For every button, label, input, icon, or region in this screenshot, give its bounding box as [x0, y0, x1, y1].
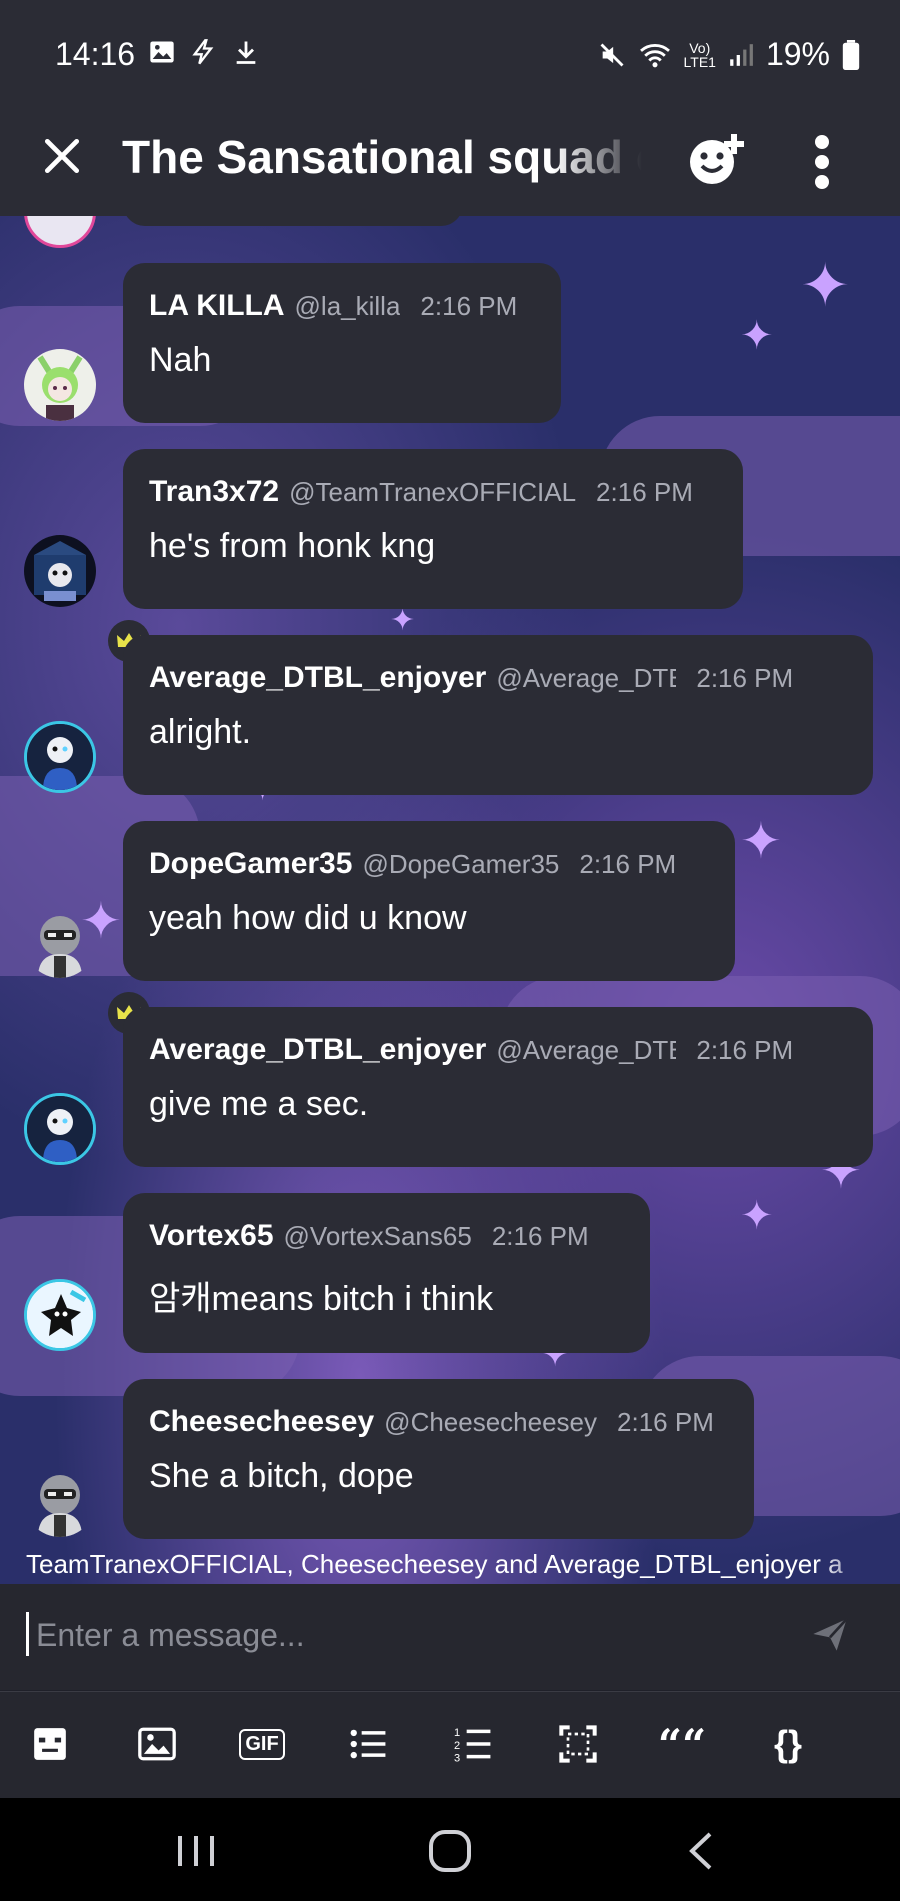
- message-username[interactable]: Cheesecheesey: [149, 1405, 374, 1439]
- message-handle: @Average_DTBL: [496, 1035, 676, 1065]
- message-username[interactable]: DopeGamer35: [149, 847, 352, 881]
- image-icon[interactable]: [135, 1722, 179, 1766]
- back-icon[interactable]: [672, 1828, 732, 1874]
- svg-text:2: 2: [454, 1740, 460, 1752]
- message-bubble[interactable]: Average_DTBL_enjoyer @Average_DTBL 2:16 …: [123, 635, 873, 795]
- bg-star: ✦: [390, 604, 416, 637]
- message-text: he's from honk kng: [149, 527, 436, 565]
- message-handle: @la_killa: [294, 291, 401, 321]
- close-icon[interactable]: [40, 134, 84, 178]
- message-username[interactable]: LA KILLA: [149, 289, 285, 323]
- svg-text:3: 3: [454, 1752, 460, 1763]
- message-bubble[interactable]: DopeGamer35 @DopeGamer35 2:16 PM yeah ho…: [123, 821, 735, 981]
- quote-icon[interactable]: ““: [658, 1720, 706, 1769]
- message-time: 2:16 PM: [617, 1407, 714, 1437]
- message-input[interactable]: [34, 1606, 778, 1664]
- chat-title[interactable]: The Sansational squad c: [122, 130, 642, 184]
- home-icon[interactable]: [420, 1828, 480, 1874]
- typing-indicator: TeamTranexOFFICIAL, Cheesecheesey and Av…: [26, 1549, 843, 1579]
- message-bubble[interactable]: Tran3x72 @TeamTranexOFFICIAL 2:16 PM he'…: [123, 449, 743, 609]
- avatar[interactable]: [24, 535, 96, 607]
- message-text: give me a sec.: [149, 1085, 369, 1123]
- message-username[interactable]: Average_DTBL_enjoyer: [149, 1033, 486, 1067]
- network-line-1: Vo): [689, 39, 711, 56]
- message-username[interactable]: Vortex65: [149, 1219, 274, 1253]
- avatar[interactable]: [24, 906, 96, 978]
- bolt-icon: [192, 39, 214, 65]
- network-line-2: LTE1: [683, 53, 716, 70]
- battery-percent: 19%: [765, 36, 830, 72]
- battery-icon: [842, 39, 860, 70]
- bg-star: ✦: [800, 252, 851, 319]
- chat-area[interactable]: ✦ ✦ ✦ ✦ ✦ ✦ ✦ ✦ ✦ LA KILLA @la_killa 2:1…: [0, 216, 900, 1584]
- message-text: She a bitch, dope: [149, 1457, 414, 1495]
- wifi-icon: [639, 43, 670, 67]
- status-time: 14:16: [55, 36, 136, 72]
- message-handle: @TeamTranexOFFICIAL: [289, 477, 577, 507]
- sticker-icon[interactable]: [28, 1722, 72, 1766]
- message-text: yeah how did u know: [149, 899, 467, 937]
- chat-header: The Sansational squad c: [0, 110, 900, 216]
- message-composer: [0, 1584, 900, 1690]
- avatar[interactable]: [24, 216, 96, 248]
- message-time: 2:16 PM: [696, 663, 794, 693]
- recent-apps-icon[interactable]: [166, 1828, 226, 1874]
- download-icon: [236, 41, 256, 64]
- more-icon[interactable]: [802, 134, 842, 190]
- message-time: 2:16 PM: [579, 849, 677, 879]
- gif-icon[interactable]: GIF: [239, 1722, 285, 1766]
- avatar[interactable]: [24, 721, 96, 793]
- message-username[interactable]: Tran3x72: [149, 475, 279, 509]
- text-caret: [26, 1612, 29, 1656]
- message-time: 2:16 PM: [420, 291, 518, 321]
- message-text: 암캐means bitch i think: [149, 1280, 494, 1318]
- previous-message-bubble: [123, 216, 463, 226]
- avatar[interactable]: [24, 1279, 96, 1351]
- message-handle: @VortexSans65: [283, 1221, 472, 1251]
- system-navigation-bar: [0, 1798, 900, 1901]
- message-handle: @Cheesecheesey: [384, 1407, 598, 1437]
- mute-icon: [600, 43, 624, 66]
- bg-star: ✦: [740, 314, 774, 358]
- avatar[interactable]: [24, 1465, 96, 1537]
- message-bubble[interactable]: Vortex65 @VortexSans65 2:16 PM 암캐means b…: [123, 1193, 650, 1353]
- network-type: Vo) LTE1: [684, 41, 716, 69]
- message-time: 2:16 PM: [696, 1035, 794, 1065]
- message-text: Nah: [149, 341, 212, 379]
- avatar[interactable]: [24, 349, 96, 421]
- bg-star: ✦: [740, 813, 782, 869]
- gallery-icon: [150, 41, 174, 63]
- message-time: 2:16 PM: [491, 1221, 589, 1251]
- avatar[interactable]: [24, 1093, 96, 1165]
- message-handle: @Average_DTBL: [496, 663, 676, 693]
- message-time: 2:16 PM: [596, 477, 693, 507]
- bullet-list-icon[interactable]: [346, 1722, 390, 1766]
- message-bubble[interactable]: LA KILLA @la_killa 2:16 PM Nah: [123, 263, 561, 423]
- gif-label: GIF: [239, 1728, 285, 1760]
- code-icon[interactable]: {}: [766, 1722, 810, 1766]
- message-text: alright.: [149, 713, 252, 751]
- message-handle: @DopeGamer35: [362, 849, 560, 879]
- numbered-list-icon[interactable]: 123: [451, 1722, 495, 1766]
- status-bar: 14:16 Vo) LTE1 19%: [0, 0, 900, 110]
- add-member-icon[interactable]: [686, 130, 746, 190]
- message-bubble[interactable]: Cheesecheesey @Cheesecheesey 2:16 PM She…: [123, 1379, 754, 1539]
- signal-icon: [730, 43, 753, 66]
- send-icon[interactable]: [810, 1614, 850, 1654]
- svg-text:1: 1: [454, 1727, 460, 1739]
- bg-star: ✦: [740, 1194, 774, 1238]
- spoiler-icon[interactable]: [556, 1722, 600, 1766]
- message-bubble[interactable]: Average_DTBL_enjoyer @Average_DTBL 2:16 …: [123, 1007, 873, 1167]
- message-username[interactable]: Average_DTBL_enjoyer: [149, 661, 486, 695]
- formatting-toolbar: GIF 123 ““ {}: [0, 1691, 900, 1798]
